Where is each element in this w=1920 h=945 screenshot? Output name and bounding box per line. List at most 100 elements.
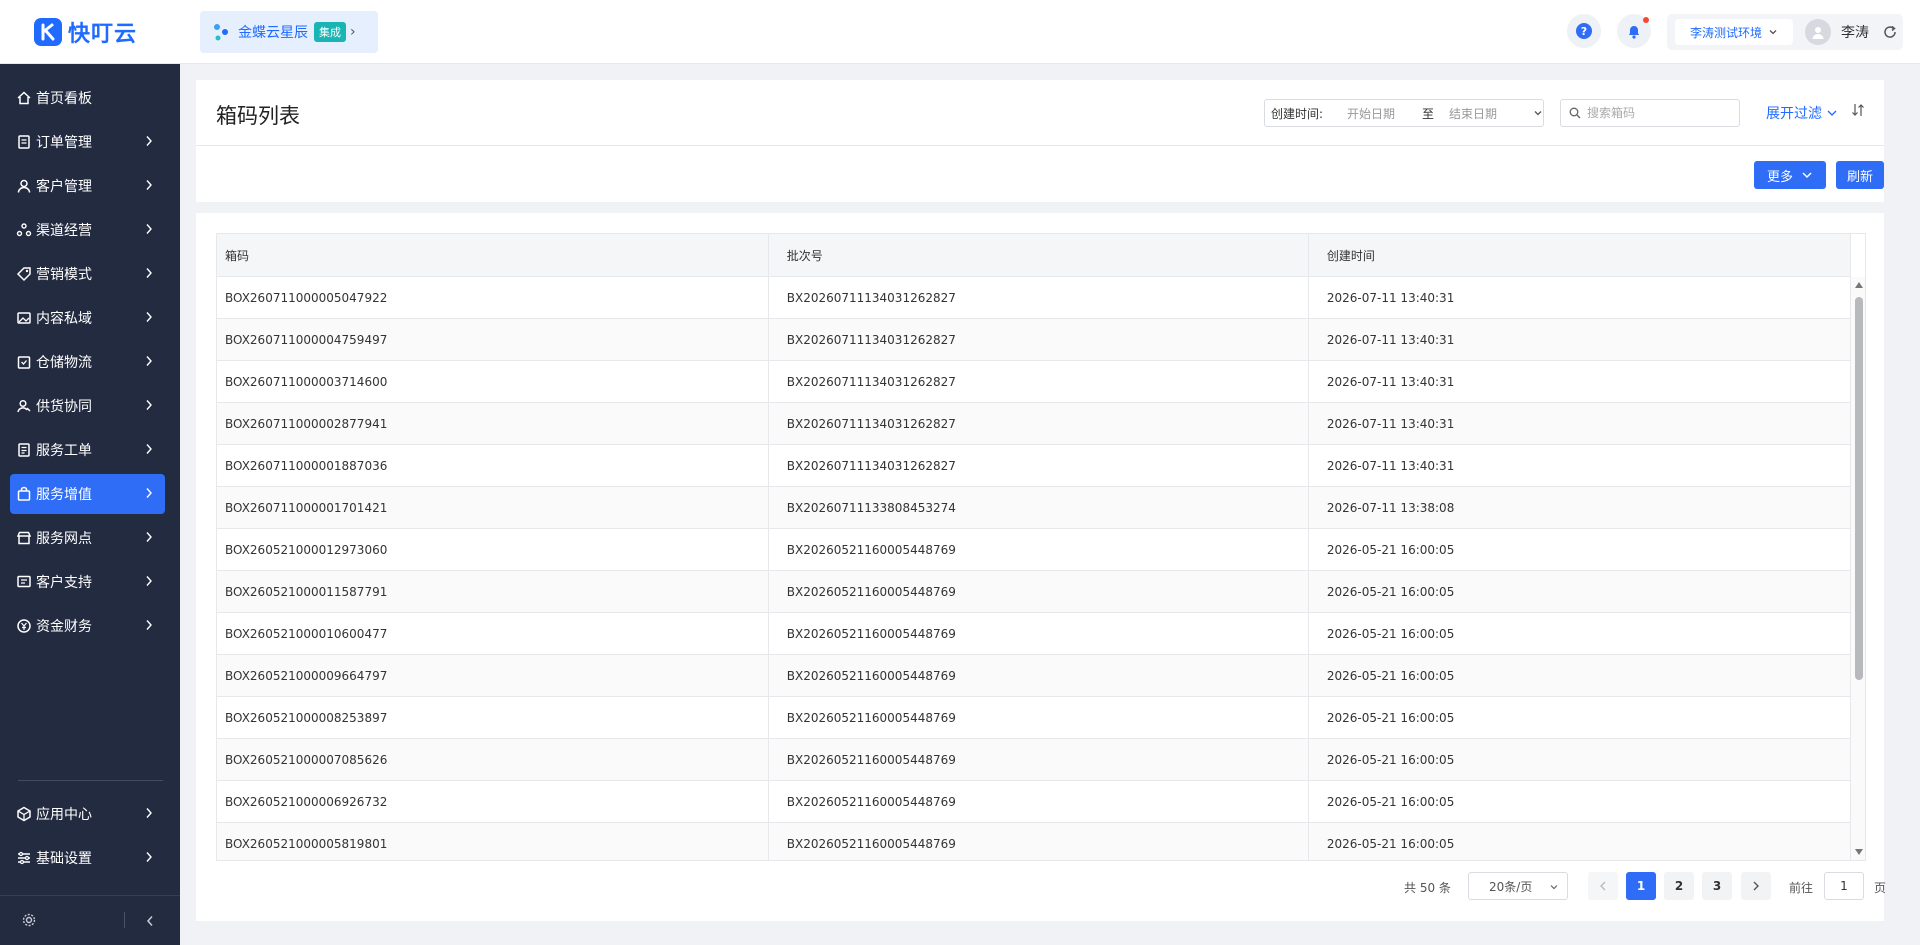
list-header-card: 箱码列表 创建时间: 开始日期 至 结束日期 展开过滤 更多 刷新: [196, 80, 1884, 202]
created-time-cell: 2026-05-21 16:00:05: [1309, 823, 1851, 860]
header-divider: [196, 145, 1884, 146]
sidebar-item-label: 订单管理: [36, 135, 92, 151]
created-time-cell: 2026-07-11 13:38:08: [1309, 487, 1851, 528]
goto-label: 前往: [1789, 881, 1814, 895]
chevron-down-icon: [1827, 110, 1837, 116]
integration-name: 金蝶云星辰: [238, 25, 308, 41]
warehouse-icon: [16, 354, 32, 370]
table-row[interactable]: BOX260521000005819801 BX20260521160005448…: [217, 823, 1851, 860]
environment-label: 李涛测试环境: [1689, 25, 1762, 40]
more-button[interactable]: 更多: [1754, 161, 1826, 189]
sidebar-item-order[interactable]: 订单管理: [10, 122, 165, 162]
batch-no-cell: BX20260711134031262827: [769, 361, 1309, 402]
sidebar-item-channel[interactable]: 渠道经营: [10, 210, 165, 250]
gear-icon[interactable]: [22, 913, 36, 927]
page-size-select[interactable]: 20条/页: [1468, 872, 1568, 900]
sidebar-item-supply[interactable]: 供货协同: [10, 386, 165, 426]
sidebar-item-ticket[interactable]: 服务工单: [10, 430, 165, 470]
table-row[interactable]: BOX260521000012973060 BX20260521160005448…: [217, 529, 1851, 571]
column-header-batch-no[interactable]: 批次号: [769, 234, 1309, 276]
integration-switcher[interactable]: 金蝶云星辰 集成 ›: [200, 11, 378, 53]
table-scrollbar[interactable]: [1851, 277, 1865, 860]
notification-button[interactable]: [1617, 14, 1651, 48]
sidebar-item-finance[interactable]: 资金财务: [10, 606, 165, 646]
table-row[interactable]: BOX260521000006926732 BX20260521160005448…: [217, 781, 1851, 823]
channel-icon: [16, 222, 32, 238]
box-code-cell: BOX260521000007085626: [217, 739, 769, 780]
date-range-separator: 至: [1421, 106, 1434, 121]
table-card: 箱码 批次号 创建时间 BOX260711000005047922 BX20260…: [196, 213, 1886, 921]
chevron-left-icon: [1600, 881, 1606, 891]
table-row[interactable]: BOX260711000001701421 BX20260711133808453…: [217, 487, 1851, 529]
sidebar-item-support[interactable]: 客户支持: [10, 562, 165, 602]
table-row[interactable]: BOX260711000001887036 BX20260711134031262…: [217, 445, 1851, 487]
sidebar-item-label: 营销模式: [36, 267, 92, 283]
created-time-range[interactable]: 创建时间: 开始日期 至 结束日期: [1264, 99, 1544, 127]
search-input[interactable]: [1587, 106, 1727, 120]
refresh-icon[interactable]: [1883, 25, 1897, 39]
batch-no-cell: BX20260711134031262827: [769, 445, 1309, 486]
logo-text: 快叮云: [68, 22, 138, 47]
table-row[interactable]: BOX260711000003714600 BX20260711134031262…: [217, 361, 1851, 403]
column-header-created-time[interactable]: 创建时间: [1309, 234, 1851, 276]
page-button[interactable]: 2: [1664, 872, 1694, 900]
created-time-cell: 2026-05-21 16:00:05: [1309, 739, 1851, 780]
avatar[interactable]: [1805, 19, 1831, 45]
page-button[interactable]: 3: [1702, 872, 1732, 900]
scroll-up-icon[interactable]: [1855, 281, 1863, 289]
box-code-cell: BOX260521000012973060: [217, 529, 769, 570]
table-row[interactable]: BOX260711000004759497 BX20260711134031262…: [217, 319, 1851, 361]
sidebar-item-settings-list[interactable]: 基础设置: [10, 838, 165, 878]
search-box[interactable]: [1560, 99, 1740, 127]
sidebar-item-warehouse[interactable]: 仓储物流: [10, 342, 165, 382]
table-row[interactable]: BOX260521000009664797 BX20260521160005448…: [217, 655, 1851, 697]
search-icon: [1569, 107, 1581, 119]
sidebar-item-bag[interactable]: 服务增值: [10, 474, 165, 514]
refresh-button[interactable]: 刷新: [1836, 161, 1884, 189]
app-logo[interactable]: 快叮云: [34, 16, 137, 48]
page-button[interactable]: 1: [1626, 872, 1656, 900]
expand-filter-button[interactable]: 展开过滤: [1766, 103, 1838, 123]
sort-icon[interactable]: [1851, 102, 1865, 118]
prev-page-button[interactable]: [1588, 872, 1618, 900]
collapse-sidebar-icon[interactable]: [145, 915, 155, 927]
box-code-cell: BOX260521000005819801: [217, 823, 769, 860]
sidebar-item-store[interactable]: 服务网点: [10, 518, 165, 558]
next-page-button[interactable]: [1741, 872, 1771, 900]
image-icon: [16, 310, 32, 326]
user-name[interactable]: 李涛: [1841, 22, 1869, 42]
goto-page-input[interactable]: [1824, 872, 1864, 900]
chevron-down-icon: [1769, 30, 1777, 35]
user-icon: [1812, 27, 1824, 39]
chevron-right-icon: [146, 532, 152, 542]
table-row[interactable]: BOX260711000005047922 BX20260711134031262…: [217, 277, 1851, 319]
sidebar-item-label: 资金财务: [36, 619, 92, 635]
end-date-input[interactable]: 结束日期: [1449, 105, 1509, 122]
start-date-input[interactable]: 开始日期: [1347, 105, 1413, 122]
created-time-cell: 2026-07-11 13:40:31: [1309, 319, 1851, 360]
order-icon: [16, 134, 32, 150]
table-row[interactable]: BOX260521000007085626 BX20260521160005448…: [217, 739, 1851, 781]
created-time-cell: 2026-07-11 13:40:31: [1309, 277, 1851, 318]
created-time-cell: 2026-07-11 13:40:31: [1309, 403, 1851, 444]
table-row[interactable]: BOX260711000002877941 BX20260711134031262…: [217, 403, 1851, 445]
environment-select[interactable]: 李涛测试环境: [1675, 19, 1793, 45]
scrollbar-thumb[interactable]: [1855, 297, 1863, 680]
sidebar-item-home[interactable]: 首页看板: [10, 78, 165, 118]
chevron-down-icon: [1802, 172, 1812, 179]
sidebar-item-tag[interactable]: 营销模式: [10, 254, 165, 294]
chevron-right-icon: [146, 808, 152, 818]
table-row[interactable]: BOX260521000010600477 BX20260521160005448…: [217, 613, 1851, 655]
created-time-cell: 2026-05-21 16:00:05: [1309, 697, 1851, 738]
table-row[interactable]: BOX260521000008253897 BX20260521160005448…: [217, 697, 1851, 739]
sidebar-item-app-center[interactable]: 应用中心: [10, 794, 165, 834]
batch-no-cell: BX20260521160005448769: [769, 739, 1309, 780]
chevron-right-icon: [146, 444, 152, 454]
help-button[interactable]: ?: [1567, 14, 1601, 48]
scroll-down-icon[interactable]: [1855, 848, 1863, 856]
sidebar-item-customer[interactable]: 客户管理: [10, 166, 165, 206]
sidebar-item-image[interactable]: 内容私域: [10, 298, 165, 338]
chevron-right-icon: [146, 136, 152, 146]
column-header-box-code[interactable]: 箱码: [217, 234, 769, 276]
table-row[interactable]: BOX260521000011587791 BX20260521160005448…: [217, 571, 1851, 613]
